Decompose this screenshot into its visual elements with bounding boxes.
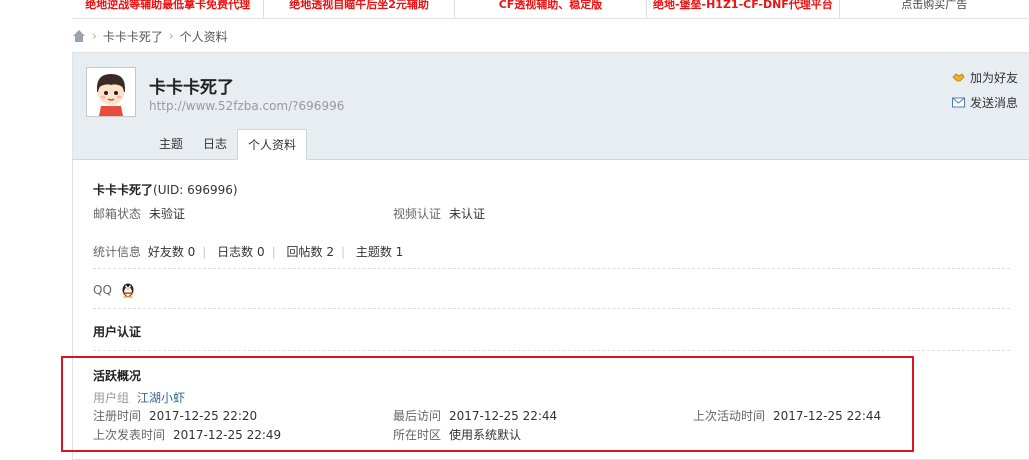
uid-text: (UID: 696996) — [153, 183, 238, 197]
video-cert-row: 视频认证 未认证 — [393, 205, 485, 222]
ad-link-4[interactable]: 绝地-堡垒-H1Z1-CF-DNF代理平台 — [647, 0, 840, 18]
home-icon[interactable] — [72, 30, 86, 42]
breadcrumb: › 卡卡卡死了 › 个人资料 — [72, 27, 228, 45]
video-cert-value: 未认证 — [449, 207, 486, 221]
qq-label: QQ — [93, 282, 112, 297]
divider — [93, 350, 1010, 351]
ad-link-2[interactable]: 绝地透视自瞄午后坐2元辅助 — [264, 0, 455, 18]
annotation-highlight-box — [61, 356, 914, 452]
video-cert-label: 视频认证 — [393, 207, 442, 221]
stats-row: 统计信息 好友数 0 | 日志数 0 | 回帖数 2 | 主题数 1 — [93, 243, 403, 260]
add-friend-label: 加为好友 — [969, 71, 1018, 85]
stat-divider: | — [340, 245, 345, 259]
breadcrumb-separator: › — [168, 29, 174, 43]
ad-link-3[interactable]: CF透视辅助、稳定版 — [455, 0, 648, 18]
breadcrumb-separator: › — [92, 29, 97, 43]
email-status-value: 未验证 — [149, 207, 186, 221]
ad-link-1[interactable]: 绝地逆战等辅助最低拿卡免费代理 — [72, 0, 265, 18]
stat-threads[interactable]: 主题数 1 — [356, 245, 403, 259]
email-status-label: 邮箱状态 — [93, 207, 142, 221]
send-message-button[interactable]: 发送消息 — [951, 94, 1018, 111]
user-cert-title: 用户认证 — [93, 325, 142, 339]
avatar[interactable] — [86, 67, 136, 117]
buy-ad-link[interactable]: 点击购买广告 — [840, 0, 1029, 18]
tab-threads[interactable]: 主题 — [149, 129, 193, 159]
avatar-image — [87, 68, 135, 116]
stat-divider: | — [271, 245, 276, 259]
stat-replies[interactable]: 回帖数 2 — [287, 245, 334, 259]
stat-friends[interactable]: 好友数 0 — [148, 245, 195, 259]
divider — [93, 268, 1010, 269]
qq-penguin-icon[interactable] — [120, 281, 136, 298]
profile-actions: 加为好友 发送消息 — [951, 69, 1018, 119]
stats-label: 统计信息 — [93, 245, 142, 259]
breadcrumb-user-link[interactable]: 卡卡卡死了 — [103, 28, 163, 45]
profile-tabs: 主题 日志 个人资料 — [149, 129, 308, 160]
handshake-icon — [952, 73, 965, 82]
uid-line: 卡卡卡死了(UID: 696996) — [93, 181, 238, 198]
stat-blogs[interactable]: 日志数 0 — [217, 245, 264, 259]
profile-url[interactable]: http://www.52fzba.com/?696996 — [149, 99, 344, 113]
profile-username: 卡卡卡死了 — [149, 78, 234, 98]
tab-blog[interactable]: 日志 — [193, 129, 237, 159]
breadcrumb-current: 个人资料 — [179, 29, 228, 44]
email-status-row: 邮箱状态 未验证 — [93, 205, 185, 222]
add-friend-button[interactable]: 加为好友 — [952, 69, 1018, 86]
info-username: 卡卡卡死了 — [93, 183, 154, 197]
envelope-icon — [951, 97, 965, 108]
profile-header: 卡卡卡死了 http://www.52fzba.com/?696996 加为好友… — [73, 53, 1029, 160]
tab-profile[interactable]: 个人资料 — [237, 129, 308, 160]
send-message-label: 发送消息 — [969, 96, 1018, 110]
ad-banner-bar: 绝地逆战等辅助最低拿卡免费代理 绝地透视自瞄午后坐2元辅助 CF透视辅助、稳定版… — [72, 0, 1029, 19]
divider — [93, 308, 1010, 309]
qq-row: QQ — [93, 281, 136, 298]
stat-divider: | — [202, 245, 207, 259]
